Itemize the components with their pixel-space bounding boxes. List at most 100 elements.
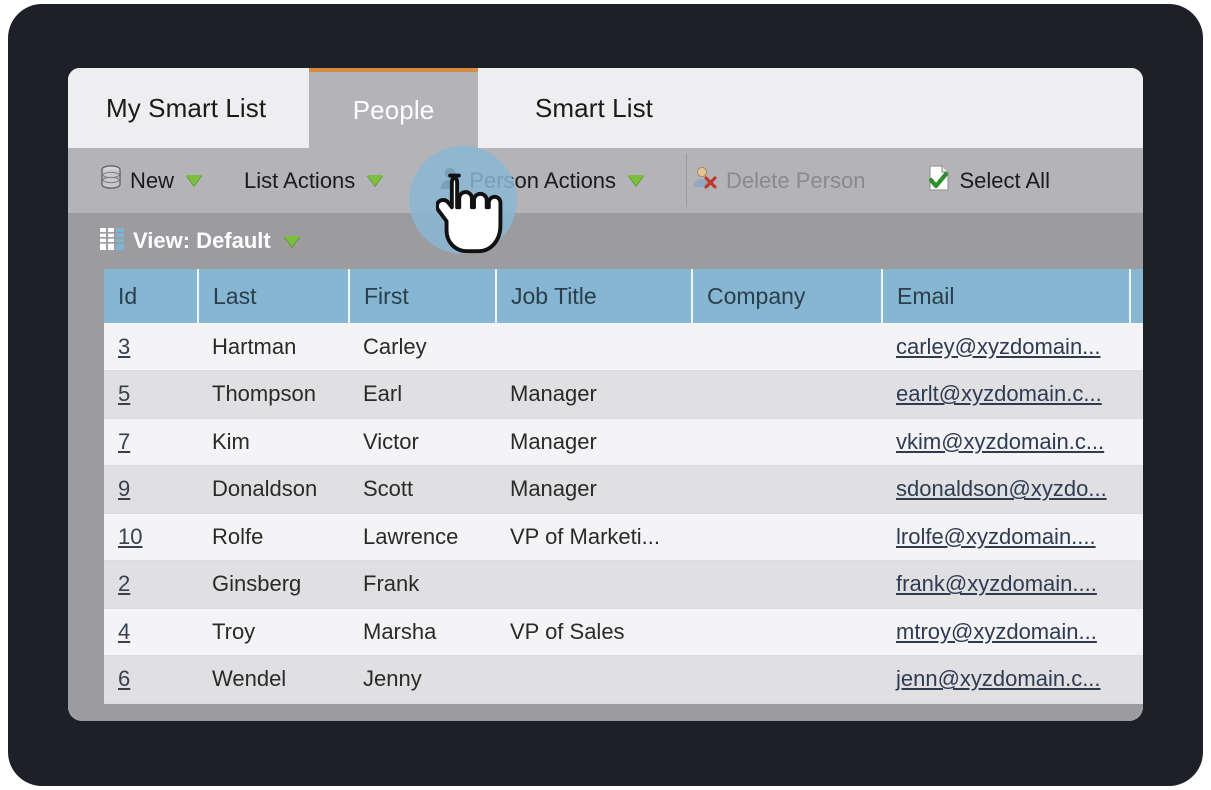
column-header-email[interactable]: Email [882,269,1131,323]
cell-email-link[interactable]: lrolfe@xyzdomain.... [896,524,1096,549]
toolbar-divider [686,154,687,207]
cell-last: Rolfe [198,513,349,561]
cell-id-link[interactable]: 9 [118,476,130,501]
cell-id[interactable]: 5 [104,370,198,419]
delete-person-button[interactable]: Delete Person [692,165,865,197]
cell-email[interactable]: sdonaldson@xyzdo... [882,465,1130,514]
cell-id[interactable]: 3 [104,323,198,371]
table-row[interactable]: 9 Donaldson Scott Manager sdonaldson@xyzdo..… [104,465,1143,514]
cell-job-title [496,655,692,704]
cell-email[interactable]: mtroy@xyzdomain... [882,608,1130,656]
cell-email-link[interactable]: vkim@xyzdomain.c... [896,429,1104,454]
tab-smart-list-label: Smart List [534,92,654,123]
tab-smart-list[interactable]: Smart List [478,68,710,148]
cell-email-link[interactable]: sdonaldson@xyzdo... [896,476,1107,501]
cell-company [692,418,882,466]
cell-id-link[interactable]: 3 [118,334,130,359]
cell-id-link[interactable]: 6 [118,666,130,691]
table-row[interactable]: 4 Troy Marsha VP of Sales mtroy@xyzdomain... [104,608,1143,656]
cell-first: Carley [349,323,496,371]
cell-company [692,655,882,704]
column-header-company[interactable]: Company [692,269,883,323]
table-row[interactable]: 3 Hartman Carley carley@xyzdomain... [104,323,1143,371]
tab-people-label: People [352,94,435,125]
cell-email[interactable]: jenn@xyzdomain.c... [882,655,1130,704]
cell-extra [1130,655,1143,704]
column-header-last[interactable]: Last [198,269,350,323]
select-all-check-icon [927,164,951,197]
person-actions-button[interactable]: Person Actions [439,166,645,196]
cell-id[interactable]: 4 [104,608,198,656]
cell-email[interactable]: carley@xyzdomain... [882,323,1130,371]
select-all-button[interactable]: Select All [927,164,1050,197]
cell-first: Lawrence [349,513,496,561]
cell-company [692,513,882,561]
cell-id-link[interactable]: 10 [118,524,142,549]
chevron-down-icon[interactable] [367,175,384,186]
table-row[interactable]: 10 Rolfe Lawrence VP of Marketi... lrolfe@xy… [104,513,1143,561]
table-row[interactable]: 2 Ginsberg Frank frank@xyzdomain.... [104,560,1143,609]
cell-company [692,560,882,609]
people-table: Id Last First Job Title Company Email 3 H… [104,269,1143,704]
table-header-row: Id Last First Job Title Company Email [104,269,1143,323]
list-actions-label: List Actions [244,167,356,193]
table-row[interactable]: 7 Kim Victor Manager vkim@xyzdomain.c... [104,418,1143,466]
list-actions-button[interactable]: List Actions [244,167,384,194]
cell-company [692,323,882,371]
cell-last: Ginsberg [198,560,349,609]
cell-company [692,465,882,514]
tab-bar: My Smart List People Smart List [68,68,1143,148]
chevron-down-icon[interactable] [628,175,645,186]
cell-email-link[interactable]: earlt@xyzdomain.c... [896,381,1102,406]
cell-company [692,370,882,419]
view-bar: View: Default [68,213,1143,269]
cell-id-link[interactable]: 5 [118,381,130,406]
cell-email[interactable]: lrolfe@xyzdomain.... [882,513,1130,561]
table-row[interactable]: 6 Wendel Jenny jenn@xyzdomain.c... [104,655,1143,704]
tab-my-smart-list[interactable]: My Smart List [68,68,309,148]
cell-id-link[interactable]: 2 [118,571,130,596]
cell-job-title: VP of Sales [496,608,692,656]
cell-first: Jenny [349,655,496,704]
toolbar: New List Actions Person Actions Delete P… [68,148,1143,213]
cell-id[interactable]: 6 [104,655,198,704]
cell-job-title [496,560,692,609]
grid-scroll-area[interactable]: Id Last First Job Title Company Email 3 H… [68,269,1143,721]
cell-first: Frank [349,560,496,609]
column-header-id[interactable]: Id [104,269,199,323]
table-row[interactable]: 5 Thompson Earl Manager earlt@xyzdomain.c... [104,370,1143,419]
cell-id[interactable]: 2 [104,560,198,609]
new-button[interactable]: New [100,165,203,196]
cell-extra [1130,560,1143,609]
cell-id[interactable]: 10 [104,513,198,561]
cell-email[interactable]: earlt@xyzdomain.c... [882,370,1130,419]
cell-last: Wendel [198,655,349,704]
cell-email[interactable]: vkim@xyzdomain.c... [882,418,1130,466]
cell-email-link[interactable]: jenn@xyzdomain.c... [896,666,1101,691]
column-header-extra[interactable] [1130,269,1143,323]
cell-email-link[interactable]: carley@xyzdomain... [896,334,1101,359]
cell-email[interactable]: frank@xyzdomain.... [882,560,1130,609]
cell-extra [1130,608,1143,656]
app-window: My Smart List People Smart List New List… [68,68,1143,721]
cell-id-link[interactable]: 4 [118,619,130,644]
cell-job-title: Manager [496,465,692,514]
column-header-first[interactable]: First [349,269,497,323]
chevron-down-icon[interactable] [283,235,300,247]
cell-first: Victor [349,418,496,466]
cell-extra [1130,513,1143,561]
tab-people[interactable]: People [309,68,478,148]
cell-last: Kim [198,418,349,466]
cell-id[interactable]: 7 [104,418,198,466]
view-label: View: Default [133,228,271,253]
cell-job-title: VP of Marketi... [496,513,692,561]
cell-extra [1130,370,1143,419]
cell-id-link[interactable]: 7 [118,429,130,454]
cell-email-link[interactable]: mtroy@xyzdomain... [896,619,1097,644]
chevron-down-icon[interactable] [186,175,203,186]
person-icon [439,166,461,196]
cell-email-link[interactable]: frank@xyzdomain.... [896,571,1097,596]
column-header-job-title[interactable]: Job Title [496,269,693,323]
delete-person-icon [692,165,718,197]
cell-id[interactable]: 9 [104,465,198,514]
